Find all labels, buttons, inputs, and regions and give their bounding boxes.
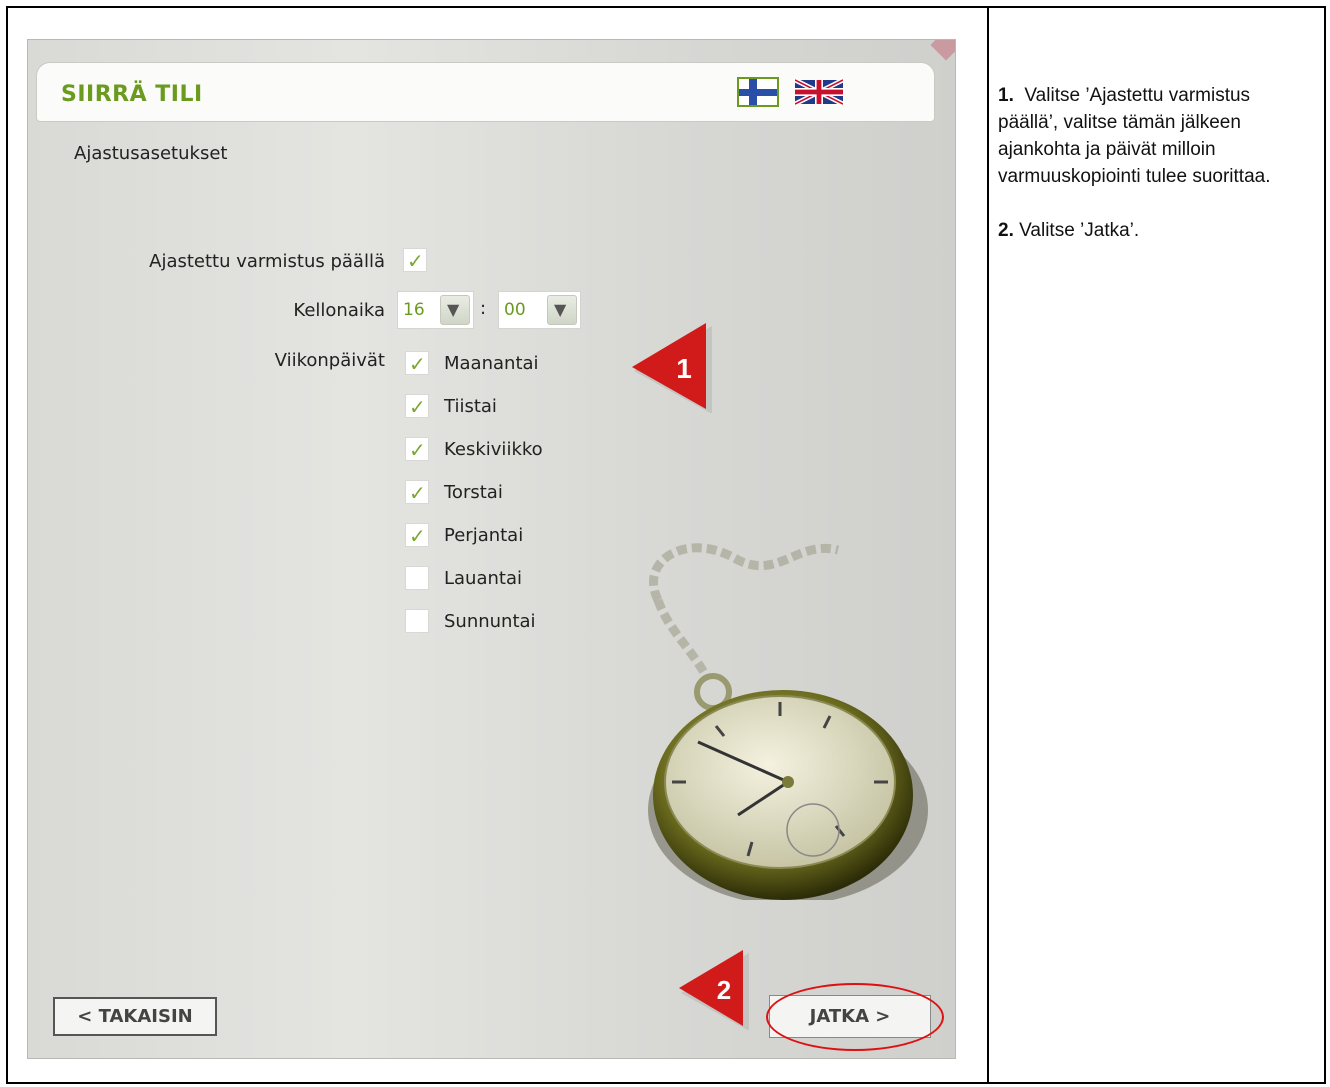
minute-dropdown-button[interactable]: ▼ (547, 295, 577, 325)
step-1-number: 1 (676, 353, 692, 384)
day-label-tuesday: Tiistai (444, 396, 497, 417)
day-label-saturday: Lauantai (444, 568, 522, 589)
time-separator: : (480, 298, 487, 319)
check-icon: ✓ (409, 524, 426, 548)
hour-value: 16 (403, 300, 425, 320)
check-icon: ✓ (407, 249, 424, 273)
column-divider (987, 8, 989, 1082)
check-icon: ✓ (409, 481, 426, 505)
step-1-marker: 1 (632, 323, 712, 413)
instruction-step-2: 2. Valitse ’Jatka’. (998, 217, 1298, 244)
day-checkbox-saturday[interactable] (405, 566, 429, 590)
section-title: Ajastusasetukset (74, 143, 228, 164)
day-checkbox-tuesday[interactable]: ✓ (405, 394, 429, 418)
app-window: SIIRRÄ TILI Ajastusasetukset Ajastettu v… (27, 39, 956, 1059)
day-checkbox-sunday[interactable] (405, 609, 429, 633)
hour-dropdown-button[interactable]: ▼ (440, 295, 470, 325)
instruction-step-1-text: Valitse ’Ajastettu varmistus päällä’, va… (998, 85, 1271, 187)
chevron-down-icon: ▼ (554, 300, 567, 319)
day-label-friday: Perjantai (444, 525, 524, 546)
finnish-flag-icon[interactable] (737, 77, 779, 107)
scheduled-backup-label: Ajastettu varmistus päällä (149, 251, 385, 272)
day-checkbox-monday[interactable]: ✓ (405, 351, 429, 375)
day-checkbox-wednesday[interactable]: ✓ (405, 437, 429, 461)
day-label-monday: Maanantai (444, 353, 539, 374)
day-checkbox-thursday[interactable]: ✓ (405, 480, 429, 504)
chevron-down-icon: ▼ (447, 300, 460, 319)
day-checkbox-friday[interactable]: ✓ (405, 523, 429, 547)
pocket-watch-illustration (648, 543, 928, 900)
scheduled-backup-checkbox[interactable]: ✓ (403, 248, 427, 272)
continue-highlight-circle (766, 983, 944, 1051)
day-label-wednesday: Keskiviikko (444, 439, 543, 460)
check-icon: ✓ (409, 438, 426, 462)
time-label: Kellonaika (293, 300, 385, 321)
day-label-thursday: Torstai (444, 482, 503, 503)
app-title: SIIRRÄ TILI (61, 82, 203, 107)
back-button[interactable]: < TAKAISIN (53, 997, 217, 1036)
instruction-step-2-number: 2. (998, 220, 1014, 241)
weekdays-label: Viikonpäivät (274, 350, 385, 371)
day-label-sunday: Sunnuntai (444, 611, 536, 632)
header-bar: SIIRRÄ TILI (36, 62, 935, 122)
uk-flag-icon[interactable] (795, 78, 843, 106)
check-icon: ✓ (409, 352, 426, 376)
step-2-number: 2 (717, 975, 731, 1005)
minute-value: 00 (504, 300, 526, 320)
instruction-step-1: 1. Valitse ’Ajastettu varmistus päällä’,… (998, 82, 1298, 190)
instructions-panel: 1. Valitse ’Ajastettu varmistus päällä’,… (998, 82, 1298, 271)
instruction-step-1-number: 1. (998, 85, 1014, 106)
check-icon: ✓ (409, 395, 426, 419)
step-2-marker: 2 (679, 950, 749, 1030)
window-corner-decoration (930, 40, 955, 61)
minute-select[interactable]: 00 ▼ (498, 291, 581, 329)
instruction-step-2-text: Valitse ’Jatka’. (1019, 220, 1140, 241)
hour-select[interactable]: 16 ▼ (397, 291, 474, 329)
